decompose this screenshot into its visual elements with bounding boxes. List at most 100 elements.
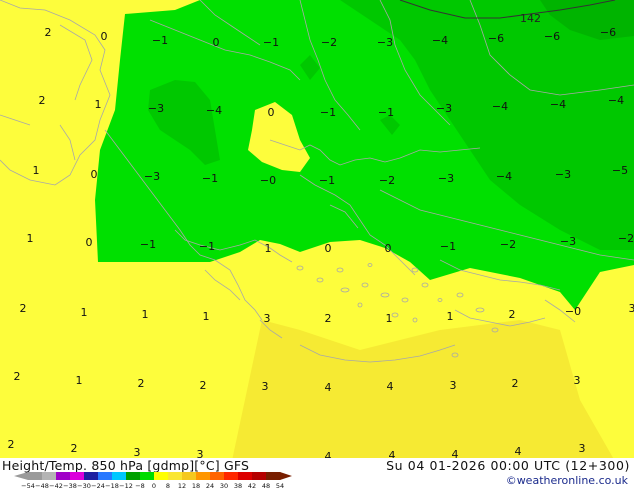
colorbar-tick-label: 48 (262, 482, 270, 490)
temperature-label: 2 (138, 377, 145, 390)
temperature-label: −2 (500, 238, 516, 251)
temperature-label: 0 (101, 30, 108, 43)
temperature-label: 0 (385, 242, 392, 255)
temperature-label: 4 (452, 448, 459, 458)
temperature-label: 2 (512, 377, 519, 390)
colorbar-tick-label: −24 (91, 482, 105, 490)
colorbar-swatch (42, 472, 57, 480)
temperature-label: 0 (91, 168, 98, 181)
temperature-label: 0 (213, 36, 220, 49)
temperature-label: −6 (544, 30, 560, 43)
credit-link[interactable]: ©weatheronline.co.uk (506, 474, 628, 487)
contour-label: 142 (520, 12, 541, 25)
temperature-label: 3 (262, 380, 269, 393)
colorbar-tick-label: −48 (35, 482, 49, 490)
temperature-label: −4 (608, 94, 624, 107)
temperature-label: −6 (600, 26, 616, 39)
colorbar-swatch (168, 472, 183, 480)
valid-time: Su 04 01-2026 00:00 UTC (12+300) (386, 458, 630, 473)
colorbar-tick-label: 38 (234, 482, 242, 490)
colorbar-swatch (98, 472, 113, 480)
temperature-label: 1 (95, 98, 102, 111)
colorbar-tick-label: −30 (77, 482, 91, 490)
colorbar-ticks: −54 −48 −42 −38 −30 −24 −18 −12 −8 0 8 12 18 24 30 38 42… (21, 482, 284, 490)
colorbar-swatch (70, 472, 85, 480)
temperature-label: −1 (202, 172, 218, 185)
temperature-label: −4 (492, 100, 508, 113)
temperature-label: 1 (142, 308, 149, 321)
temperature-label: 1 (33, 164, 40, 177)
colorbar-tick-label: −12 (119, 482, 133, 490)
temperature-label: −0 (260, 174, 276, 187)
colorbar-tick-label: 54 (276, 482, 284, 490)
colorbar-swatch (196, 472, 211, 480)
colorbar-swatch (252, 472, 267, 480)
temperature-label: 2 (39, 94, 46, 107)
colorbar-swatch (182, 472, 197, 480)
temperature-label: 1 (27, 232, 34, 245)
temperature-label: −1 (319, 174, 335, 187)
temperature-label: −1 (152, 34, 168, 47)
colorbar-swatch (56, 472, 71, 480)
temperature-label: −1 (440, 240, 456, 253)
temperature-label: −1 (199, 240, 215, 253)
colorbar-swatch (112, 472, 127, 480)
colorbar-swatch (224, 472, 239, 480)
temperature-label: 1 (265, 242, 272, 255)
temperature-label: −1 (263, 36, 279, 49)
map-title: Height/Temp. 850 hPa [gdmp][°C] GFS (2, 458, 250, 473)
temperature-label: 4 (389, 449, 396, 458)
temperature-label: −4 (550, 98, 566, 111)
temperature-label: 2 (200, 379, 207, 392)
temperature-label: 3 (264, 312, 271, 325)
temperature-label: 1 (76, 374, 83, 387)
colorbar-swatch (140, 472, 155, 480)
temperature-label: −3 (144, 170, 160, 183)
temperature-label: 2 (14, 370, 21, 383)
temperature-label: 0 (268, 106, 275, 119)
temperature-label: 1 (203, 310, 210, 323)
temperature-label: 4 (325, 381, 332, 394)
temperature-label: −0 (565, 305, 581, 318)
colorbar-right-arrow (280, 472, 292, 480)
temperature-label: 3 (629, 302, 634, 315)
colorbar-swatch (126, 472, 141, 480)
temperature-label: 1 (447, 310, 454, 323)
temperature-label: 3 (579, 442, 586, 455)
temperature-label: −3 (560, 235, 576, 248)
temperature-label: −3 (555, 168, 571, 181)
colorbar-swatch (238, 472, 253, 480)
temperature-label: 0 (86, 236, 93, 249)
colorbar-tick-label: 12 (178, 482, 186, 490)
map-canvas: 142 2 0 −1 0 −1 −2 −3 −4 −6 −6 −62 1 −3 −4 0 −1 −1 −3 −4 −4… (0, 0, 634, 458)
colorbar-tick-label: 0 (152, 482, 156, 490)
temperature-label: −5 (612, 164, 628, 177)
temperature-label: −1 (140, 238, 156, 251)
temperature-label: 3 (574, 374, 581, 387)
colorbar-swatch (28, 472, 43, 480)
temperature-label: 4 (515, 445, 522, 458)
warm-zone-shape (232, 320, 614, 458)
temperature-label: −4 (496, 170, 512, 183)
temperature-label: 2 (71, 442, 78, 455)
temperature-label: 1 (386, 312, 393, 325)
weather-map: 142 2 0 −1 0 −1 −2 −3 −4 −6 −6 −6 2 1 −3 −4 0 −1 −1 −3 −4 −4… (0, 0, 634, 458)
temperature-label: −2 (379, 174, 395, 187)
colorbar-tick-label: −18 (105, 482, 119, 490)
footer-bar: Height/Temp. 850 hPa [gdmp][°C] GFS Su 0… (0, 458, 634, 490)
colorbar-swatch (210, 472, 225, 480)
colorbar-tick-label: −8 (135, 482, 145, 490)
temperature-label: −3 (377, 36, 393, 49)
temperature-label: 3 (197, 448, 204, 458)
colorbar-tick-label: −42 (49, 482, 63, 490)
colorbar-tick-label: 8 (166, 482, 170, 490)
temperature-label: −1 (378, 106, 394, 119)
temperature-label: 4 (387, 380, 394, 393)
colorbar-swatch (266, 472, 281, 480)
temperature-label: 2 (325, 312, 332, 325)
temperature-label: −6 (488, 32, 504, 45)
colorbar-swatch (154, 472, 169, 480)
temperature-label: 2 (45, 26, 52, 39)
temperature-label: 3 (134, 446, 141, 458)
temperature-label: 2 (509, 308, 516, 321)
